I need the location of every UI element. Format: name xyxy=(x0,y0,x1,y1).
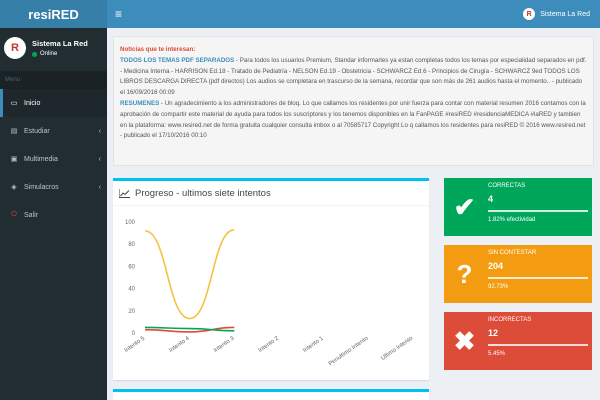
secondary-box xyxy=(113,389,429,400)
user-status: Online xyxy=(32,51,88,57)
x-tick-label: Intento 4 xyxy=(168,335,191,354)
user-menu[interactable]: R Sistema La Red xyxy=(523,8,590,20)
app-logo[interactable]: resiRED xyxy=(0,0,107,28)
cube-icon: ◈ xyxy=(11,184,17,191)
x-tick-label: Intento 3 xyxy=(213,335,236,354)
y-tick-label: 40 xyxy=(128,287,135,293)
progress-box-title: Progreso - ultimos siete intentos xyxy=(135,187,271,199)
stat-count: 12 xyxy=(488,328,499,338)
sidebar-item-label: Estudiar xyxy=(24,127,50,135)
user-status-text: Online xyxy=(40,51,58,57)
sidebar-item-salir[interactable]: ⏻ Salir xyxy=(0,201,107,229)
stat-count: 4 xyxy=(488,194,494,204)
stat-label: INCORRECTAS xyxy=(488,317,532,323)
y-tick-label: 20 xyxy=(128,309,135,315)
chevron-left-icon: ‹ xyxy=(98,155,101,163)
notice-item-text: - Un agradecimiento a los administradore… xyxy=(120,99,586,140)
check-icon: ✔ xyxy=(453,191,476,222)
progress-box-header: Progreso - ultimos siete intentos xyxy=(113,181,429,206)
x-tick-label: Penultimo Intento xyxy=(328,335,370,367)
stat-sin-contestar: ? SIN CONTESTAR 204 92.73% xyxy=(444,245,592,303)
sidebar-item-simulacros[interactable]: ◈ Simulacros ‹ xyxy=(0,173,107,201)
menu-header: Menu xyxy=(0,71,107,89)
sidebar-item-label: Multimedia xyxy=(24,155,58,163)
laptop-icon: ▭ xyxy=(10,100,18,107)
sidebar-item-label: Simulacros xyxy=(24,183,59,191)
y-tick-label: 100 xyxy=(125,220,136,226)
progress-box: Progreso - ultimos siete intentos 0 20 40 6… xyxy=(113,178,429,380)
x-tick-label: Ultimo Intento xyxy=(380,335,414,362)
sidebar-item-estudiar[interactable]: ▤ Estudiar ‹ xyxy=(0,117,107,145)
question-icon: ? xyxy=(456,258,473,289)
stat-correctas: ✔ CORRECTAS 4 1.82% efectividad xyxy=(444,178,592,236)
notice-title: Noticias que te interesan: xyxy=(120,46,196,53)
notice-item-title: TODOS LOS TEMAS PDF SEPARADOS xyxy=(120,56,235,64)
chevron-left-icon: ‹ xyxy=(98,127,101,135)
power-icon: ⏻ xyxy=(11,211,17,218)
times-icon: ✖ xyxy=(453,325,476,356)
line-chart-icon xyxy=(119,188,130,198)
user-panel: R Sistema La Red Online xyxy=(0,28,107,67)
sidebar-avatar: R xyxy=(4,37,26,59)
x-tick-label: Intento 5 xyxy=(124,335,147,354)
sidebar-toggle-icon[interactable]: ≡ xyxy=(115,7,122,21)
online-dot-icon xyxy=(32,51,37,57)
x-tick-label: Intento 1 xyxy=(302,335,325,354)
sidebar-item-label: Inicio xyxy=(24,99,41,107)
film-icon: ▣ xyxy=(10,156,18,163)
top-navbar: ≡ R Sistema La Red xyxy=(107,0,600,28)
sidebar: R Sistema La Red Online Menu ▭ Inicio ▤ … xyxy=(0,28,107,400)
stat-progress-bar xyxy=(488,277,588,279)
sidebar-item-label: Salir xyxy=(24,211,39,219)
user-menu-name: Sistema La Red xyxy=(540,10,590,18)
chevron-left-icon: ‹ xyxy=(98,183,101,191)
sidebar-item-multimedia[interactable]: ▣ Multimedia ‹ xyxy=(0,145,107,173)
stat-incorrectas: ✖ INCORRECTAS 12 5.45% xyxy=(444,312,592,370)
progress-chart: 0 20 40 60 80 100 Intento 5 Intento 4 Intento 3 I… xyxy=(124,220,415,367)
book-icon: ▤ xyxy=(10,128,18,135)
logo-text: resiRED xyxy=(28,6,79,22)
notice-item-title: RESUMENES xyxy=(120,99,160,107)
sidebar-item-inicio[interactable]: ▭ Inicio xyxy=(0,89,107,117)
notice-item: TODOS LOS TEMAS PDF SEPARADOS - Para tod… xyxy=(120,56,587,99)
stat-desc: 5.45% xyxy=(488,350,506,357)
notice-item: RESUMENES - Un agradecimiento a los admi… xyxy=(120,99,587,142)
avatar: R xyxy=(523,8,536,20)
series-line xyxy=(144,228,235,320)
stat-progress-bar xyxy=(488,344,588,346)
stat-label: CORRECTAS xyxy=(488,183,526,189)
y-tick-label: 80 xyxy=(128,242,135,248)
stat-count: 204 xyxy=(488,261,504,271)
sidebar-user-name: Sistema La Red xyxy=(32,39,88,48)
stat-desc: 92.73% xyxy=(488,283,509,290)
stat-progress-bar xyxy=(488,210,588,212)
y-tick-label: 0 xyxy=(132,331,136,337)
x-tick-label: Intento 2 xyxy=(258,335,281,354)
y-tick-label: 60 xyxy=(128,264,135,270)
news-notice: Noticias que te interesan: TODOS LOS TEM… xyxy=(113,36,594,166)
stat-desc: 1.82% efectividad xyxy=(488,216,536,223)
stat-label: SIN CONTESTAR xyxy=(488,250,537,256)
